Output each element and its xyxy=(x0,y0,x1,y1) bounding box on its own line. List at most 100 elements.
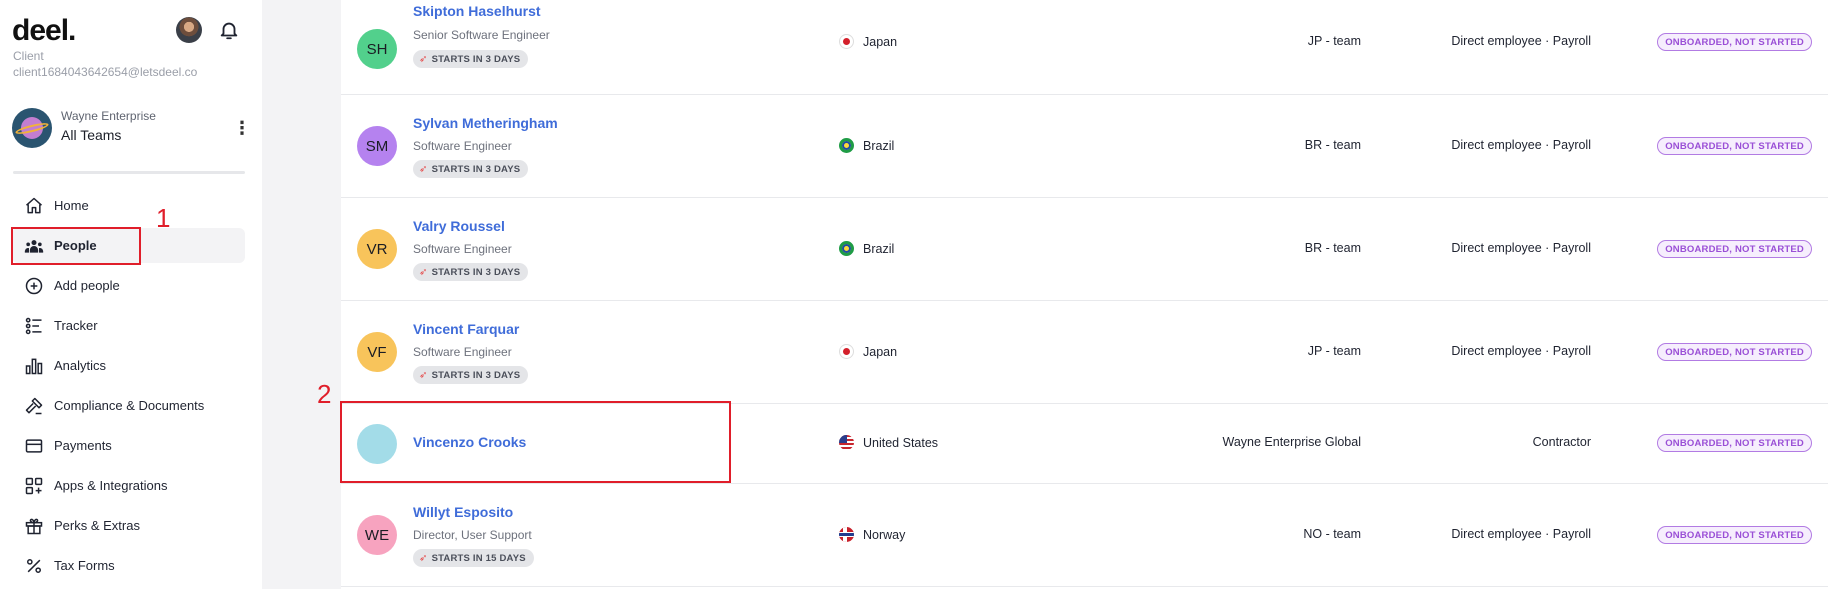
person-country: Norway xyxy=(839,527,905,542)
rocket-icon: ➶ xyxy=(419,163,428,175)
sidebar-item-compliance[interactable]: Compliance & Documents xyxy=(12,388,245,423)
start-date-badge: ➶ STARTS IN 3 DAYS xyxy=(413,160,529,178)
start-date-badge: ➶ STARTS IN 3 DAYS xyxy=(413,263,529,281)
sidebar-item-label: Add people xyxy=(54,278,120,293)
person-team: JP - team xyxy=(1307,34,1361,48)
org-team: All Teams xyxy=(61,127,122,143)
sidebar-item-label: Analytics xyxy=(54,358,107,373)
person-avatar: SH xyxy=(357,29,397,69)
person-name-link[interactable]: Valry Roussel xyxy=(413,218,505,234)
table-row[interactable]: SM Sylvan Metheringham Software Engineer… xyxy=(341,95,1828,198)
person-job-title: Software Engineer xyxy=(413,345,512,359)
person-name-link[interactable]: Sylvan Metheringham xyxy=(413,115,558,131)
contract-type: Contractor xyxy=(1532,435,1591,449)
credit-card-icon xyxy=(23,435,45,457)
sidebar-item-label: Tax Forms xyxy=(54,558,115,573)
person-team: Wayne Enterprise Global xyxy=(1222,435,1362,449)
avatar-initials: VR xyxy=(366,240,388,258)
status-badge: ONBOARDED, NOT STARTED xyxy=(1657,240,1812,258)
avatar-initials: SH xyxy=(366,40,388,58)
gift-icon xyxy=(23,515,45,537)
country-label: Japan xyxy=(863,34,898,49)
sidebar-item-apps[interactable]: Apps & Integrations xyxy=(12,468,245,503)
person-country: United States xyxy=(839,435,938,450)
brazil-flag-icon xyxy=(839,241,854,256)
sidebar-item-home[interactable]: Home xyxy=(12,188,245,223)
country-label: Japan xyxy=(863,344,898,359)
us-flag-icon xyxy=(839,435,854,450)
person-avatar: VF xyxy=(357,332,397,372)
annotation-box-person xyxy=(340,401,731,483)
org-switcher[interactable]: Wayne Enterprise All Teams ⋮ xyxy=(12,106,251,150)
user-role: Client xyxy=(13,49,44,63)
badge-label: STARTS IN 15 DAYS xyxy=(431,552,526,564)
rocket-icon: ➶ xyxy=(419,552,428,564)
status-badge: ONBOARDED, NOT STARTED xyxy=(1657,33,1812,51)
country-label: Brazil xyxy=(863,138,895,153)
person-job-title: Director, User Support xyxy=(413,528,532,542)
annotation-number: 1 xyxy=(156,203,171,233)
brazil-flag-icon xyxy=(839,138,854,153)
sidebar-item-label: Perks & Extras xyxy=(54,518,140,533)
bell-icon[interactable] xyxy=(218,18,240,42)
avatar-initials: WE xyxy=(364,526,390,544)
person-country: Japan xyxy=(839,344,897,359)
annotation-number: 2 xyxy=(317,379,332,409)
country-label: Brazil xyxy=(863,241,895,256)
user-email: client1684043642654@letsdeel.co xyxy=(13,65,198,79)
status-badge: ONBOARDED, NOT STARTED xyxy=(1657,434,1812,452)
table-row[interactable]: VR Valry Roussel Software Engineer ➶ STAR… xyxy=(341,198,1828,301)
contract-type: Direct employee · Payroll xyxy=(1451,138,1591,152)
people-list: SH Skipton Haselhurst Senior Software En… xyxy=(341,0,1828,589)
sidebar-divider xyxy=(13,171,245,174)
sidebar-item-label: Tracker xyxy=(54,318,98,333)
deel-logo[interactable]: deel. xyxy=(12,14,76,48)
table-row[interactable]: VF Vincent Farquar Software Engineer ➶ ST… xyxy=(341,301,1828,404)
user-avatar[interactable] xyxy=(176,17,202,43)
person-team: JP - team xyxy=(1307,344,1361,358)
sidebar-item-analytics[interactable]: Analytics xyxy=(12,348,245,383)
person-name-link[interactable]: Skipton Haselhurst xyxy=(413,3,541,19)
person-team: BR - team xyxy=(1304,138,1361,152)
badge-label: STARTS IN 3 DAYS xyxy=(431,53,521,65)
rocket-icon: ➶ xyxy=(419,266,428,278)
tracker-icon xyxy=(23,315,45,337)
person-avatar: WE xyxy=(357,515,397,555)
kebab-menu-icon[interactable]: ⋮ xyxy=(230,116,254,140)
contract-type: Direct employee · Payroll xyxy=(1451,34,1591,48)
sidebar-item-label: Home xyxy=(54,198,89,213)
annotation-box-people xyxy=(11,227,141,265)
table-row[interactable]: WE Willyt Esposito Director, User Suppor… xyxy=(341,484,1828,587)
home-icon xyxy=(23,195,45,217)
badge-label: STARTS IN 3 DAYS xyxy=(431,163,521,175)
person-country: Brazil xyxy=(839,241,894,256)
person-name-link[interactable]: Vincent Farquar xyxy=(413,321,519,337)
person-team: NO - team xyxy=(1303,527,1361,541)
person-job-title: Senior Software Engineer xyxy=(413,28,550,42)
integrations-icon xyxy=(23,475,45,497)
bar-chart-icon xyxy=(23,355,45,377)
person-name-link[interactable]: Willyt Esposito xyxy=(413,504,513,520)
country-label: Norway xyxy=(863,527,906,542)
person-job-title: Software Engineer xyxy=(413,242,512,256)
sidebar-item-perks[interactable]: Perks & Extras xyxy=(12,508,245,543)
sidebar-item-label: Compliance & Documents xyxy=(54,398,205,413)
sidebar-item-add-people[interactable]: Add people xyxy=(12,268,245,303)
avatar-initials: SM xyxy=(365,137,389,155)
person-country: Brazil xyxy=(839,138,894,153)
status-badge: ONBOARDED, NOT STARTED xyxy=(1657,137,1812,155)
contract-type: Direct employee · Payroll xyxy=(1451,527,1591,541)
japan-flag-icon xyxy=(839,34,854,49)
table-row[interactable]: SH Skipton Haselhurst Senior Software En… xyxy=(341,0,1828,95)
sidebar-item-tracker[interactable]: Tracker xyxy=(12,308,245,343)
org-name: Wayne Enterprise xyxy=(61,109,156,123)
person-job-title: Software Engineer xyxy=(413,139,512,153)
start-date-badge: ➶ STARTS IN 15 DAYS xyxy=(413,549,534,567)
sidebar: deel. Client client1684043642654@letsdee… xyxy=(0,0,262,589)
sidebar-item-tax-forms[interactable]: Tax Forms xyxy=(12,548,245,583)
rocket-icon: ➶ xyxy=(419,369,428,381)
country-label: United States xyxy=(863,435,939,450)
person-country: Japan xyxy=(839,34,897,49)
sidebar-item-label: Payments xyxy=(54,438,112,453)
sidebar-item-payments[interactable]: Payments xyxy=(12,428,245,463)
